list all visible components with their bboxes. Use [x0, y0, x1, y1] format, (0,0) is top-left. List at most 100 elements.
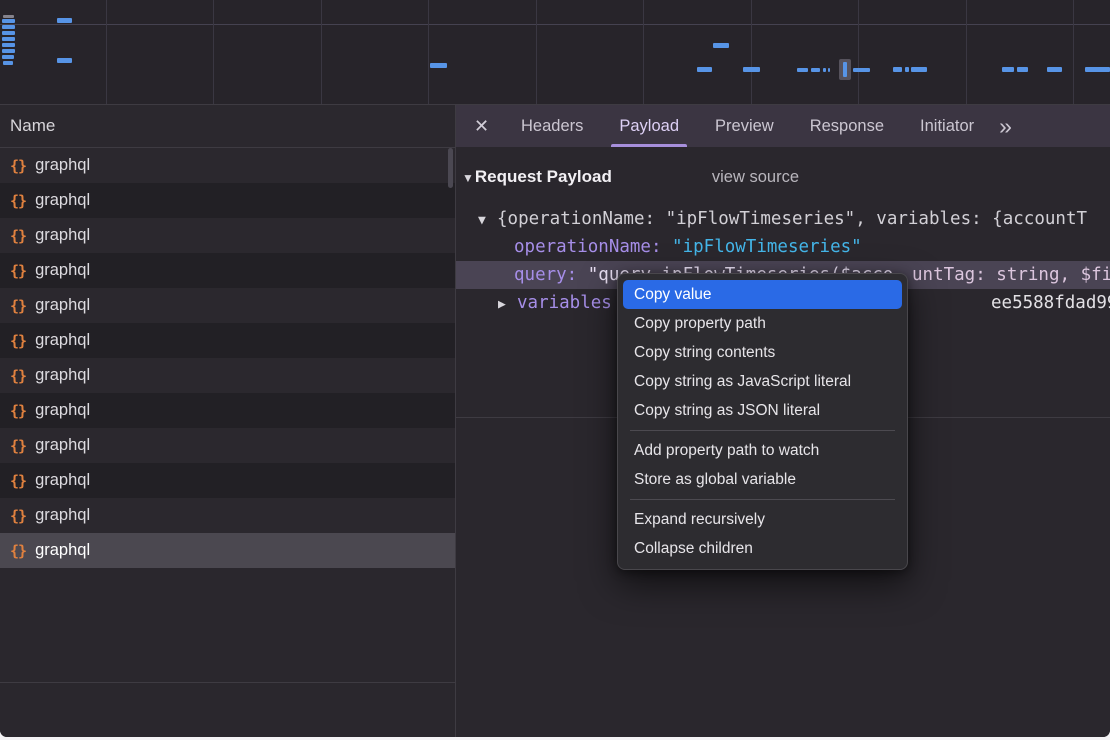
tree-row-operation-name[interactable]: operationName: "ipFlowTimeseries"	[456, 233, 1110, 261]
overview-gridline	[643, 0, 644, 104]
json-braces-icon: {}	[10, 332, 26, 350]
overview-gridline	[858, 0, 859, 104]
request-timing-bar	[2, 49, 15, 53]
menu-item-store-as-global-variable[interactable]: Store as global variable	[618, 465, 907, 494]
menu-item-expand-recursively[interactable]: Expand recursively	[618, 505, 907, 534]
view-source-link[interactable]: view source	[712, 168, 799, 187]
request-name-label: graphql	[35, 331, 90, 350]
request-list: {} graphql {} graphql {} graphql {} graphql {} gr…	[0, 148, 455, 568]
request-name-label: graphql	[35, 506, 90, 525]
request-row[interactable]: {}graphql	[0, 358, 455, 393]
json-braces-icon: {}	[10, 542, 26, 560]
request-row[interactable]: {}graphql	[0, 288, 455, 323]
request-timing-bar	[430, 63, 447, 68]
network-overview-timeline[interactable]	[0, 0, 1110, 105]
triangle-down-icon: ▼	[462, 171, 474, 185]
name-column-header[interactable]: Name	[0, 105, 455, 148]
tab-headers[interactable]: Headers	[508, 105, 596, 147]
json-braces-icon: {}	[10, 402, 26, 420]
property-key: variables	[517, 293, 612, 313]
request-name-label: graphql	[35, 401, 90, 420]
request-timing-bar	[905, 67, 909, 72]
request-timing-bar	[3, 61, 13, 65]
json-braces-icon: {}	[10, 262, 26, 280]
json-braces-icon: {}	[10, 472, 26, 490]
request-row[interactable]: {} graphql	[0, 498, 455, 533]
json-braces-icon: {}	[10, 507, 26, 525]
devtools-network-panel: Name {}graphql{}graphql{}graphql{}graphq…	[0, 0, 1110, 737]
request-payload-section-header[interactable]: ▼ Request Payload view source	[462, 167, 799, 187]
request-row[interactable]: {} graphql	[0, 218, 455, 253]
request-row[interactable]: {} graphql	[0, 323, 455, 358]
request-timing-bar	[797, 68, 808, 72]
overview-gridline	[428, 0, 429, 104]
request-timing-bar	[713, 43, 729, 48]
tab-initiator[interactable]: Initiator	[907, 105, 987, 147]
overview-gridline	[536, 0, 537, 104]
request-timing-bar	[57, 18, 72, 23]
menu-item-collapse-children[interactable]: Collapse children	[618, 534, 907, 563]
request-row[interactable]: {} graphql	[0, 393, 455, 428]
scrollbar-thumb[interactable]	[448, 148, 453, 188]
property-value: "ipFlowTimeseries"	[672, 237, 862, 257]
request-row[interactable]: {} graphql	[0, 533, 455, 568]
request-timing-bar	[57, 58, 72, 63]
request-timing-bar	[911, 67, 927, 72]
request-timing-bar	[811, 68, 820, 72]
json-braces-icon: {}	[10, 157, 26, 175]
request-name-label: graphql	[35, 541, 90, 560]
tab-response[interactable]: Response	[797, 105, 897, 147]
json-braces-icon: {}	[10, 437, 26, 455]
request-timing-bar	[2, 19, 15, 23]
request-timing-bar	[3, 15, 14, 18]
request-list-panel: Name {}graphql{}graphql{}graphql{}graphq…	[0, 105, 455, 737]
overview-horizontal-gridline	[0, 24, 1110, 25]
request-timing-bar	[697, 67, 712, 72]
request-row[interactable]: {}graphql	[0, 428, 455, 463]
request-timing-bar	[893, 67, 902, 72]
section-title: Request Payload	[475, 167, 612, 187]
request-timing-bar	[828, 68, 830, 72]
overview-gridline	[321, 0, 322, 104]
request-timing-bar	[2, 55, 14, 59]
close-icon[interactable]: ✕	[474, 116, 494, 137]
overview-gridline	[106, 0, 107, 104]
request-name-label: graphql	[35, 226, 90, 245]
menu-item-add-property-path-to-watch[interactable]: Add property path to watch	[618, 436, 907, 465]
request-name-label: graphql	[35, 471, 90, 490]
request-timing-bar	[1085, 67, 1110, 72]
menu-item-copy-string-as-javascript-literal[interactable]: Copy string as JavaScript literal	[618, 367, 907, 396]
menu-item-copy-string-contents[interactable]: Copy string contents	[618, 338, 907, 367]
overview-gridline	[213, 0, 214, 104]
tree-row-object-preview[interactable]: ▼{operationName: "ipFlowTimeseries", var…	[456, 205, 1110, 233]
json-braces-icon: {}	[10, 192, 26, 210]
tab-payload[interactable]: Payload	[606, 105, 692, 147]
json-braces-icon: {}	[10, 227, 26, 245]
request-timing-bar	[823, 68, 826, 72]
request-timing-bar	[2, 37, 15, 41]
request-timing-bar	[1002, 67, 1014, 72]
request-row[interactable]: {}graphql	[0, 183, 455, 218]
menu-separator	[630, 499, 895, 500]
request-row[interactable]: {}graphql	[0, 253, 455, 288]
request-timing-bar	[1047, 67, 1062, 72]
object-preview-text: {operationName: "ipFlowTimeseries", vari…	[497, 209, 1087, 229]
triangle-right-icon: ▶	[498, 291, 517, 317]
request-timing-bar	[743, 67, 760, 72]
overview-gridline	[751, 0, 752, 104]
json-braces-icon: {}	[10, 297, 26, 315]
request-timing-bar	[2, 43, 15, 47]
request-name-label: graphql	[35, 366, 90, 385]
overview-gridline	[1073, 0, 1074, 104]
menu-item-copy-value[interactable]: Copy value	[623, 280, 902, 309]
request-timing-bar	[2, 31, 15, 35]
menu-item-copy-property-path[interactable]: Copy property path	[618, 309, 907, 338]
property-value-continuation: ee5588fdad995178a0	[991, 289, 1110, 317]
request-timing-bar	[853, 68, 870, 72]
request-row[interactable]: {}graphql	[0, 148, 455, 183]
tab-preview[interactable]: Preview	[702, 105, 787, 147]
request-row[interactable]: {} graphql	[0, 463, 455, 498]
menu-item-copy-string-as-json-literal[interactable]: Copy string as JSON literal	[618, 396, 907, 425]
more-tabs-chevron-icon[interactable]: »	[999, 105, 1012, 147]
selected-request-marker-bar	[843, 62, 847, 77]
